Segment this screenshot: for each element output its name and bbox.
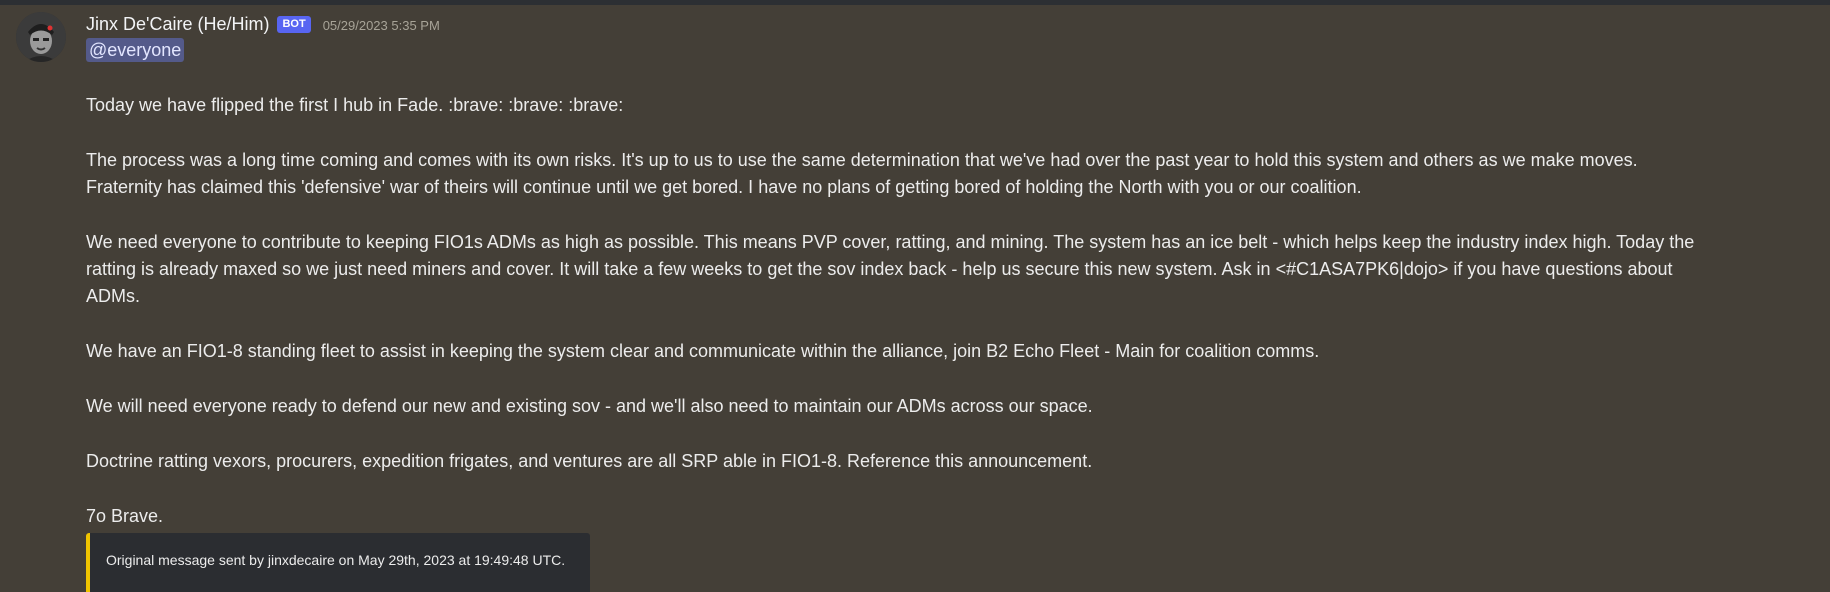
paragraph-line: We will need everyone ready to defend ou… (86, 396, 1093, 416)
paragraph-line: We have an FIO1-8 standing fleet to assi… (86, 341, 1320, 361)
avatar[interactable] (16, 12, 66, 62)
paragraph-1: Today we have flipped the first I hub in… (86, 92, 1816, 119)
paragraph-6: Doctrine ratting vexors, procurers, expe… (86, 448, 1816, 475)
paragraph-3: We need everyone to contribute to keepin… (86, 229, 1816, 310)
paragraph-line: Doctrine ratting vexors, procurers, expe… (86, 451, 1093, 471)
message-embed: Original message sent by jinxdecaire on … (86, 533, 590, 592)
paragraph-7: 7o Brave. (86, 503, 1816, 530)
avatar-image (16, 12, 66, 62)
everyone-mention[interactable]: @everyone (86, 38, 185, 62)
bot-badge: BOT (277, 15, 311, 33)
paragraph-line: 7o Brave. (86, 506, 164, 526)
message-content: @everyone Today we have flipped the firs… (86, 36, 1816, 530)
chat-message: Jinx De'Caire (He/Him) BOT 05/29/2023 5:… (0, 5, 1830, 592)
paragraph-line: Fraternity has claimed this 'defensive' … (86, 177, 1362, 197)
author-name[interactable]: Jinx De'Caire (He/Him) (86, 14, 269, 35)
paragraph-line: We need everyone to contribute to keepin… (86, 232, 1695, 252)
paragraph-line: ratting is already maxed so we just need… (86, 259, 1673, 279)
paragraph-2: The process was a long time coming and c… (86, 147, 1816, 201)
paragraph-line: ADMs. (86, 286, 140, 306)
embed-description: Original message sent by jinxdecaire on … (106, 552, 566, 568)
message-header: Jinx De'Caire (He/Him) BOT 05/29/2023 5:… (86, 11, 440, 37)
paragraph-line: Today we have flipped the first I hub in… (86, 95, 624, 115)
paragraph-5: We will need everyone ready to defend ou… (86, 393, 1816, 420)
paragraph-4: We have an FIO1-8 standing fleet to assi… (86, 338, 1816, 365)
paragraph-line: The process was a long time coming and c… (86, 150, 1638, 170)
message-timestamp[interactable]: 05/29/2023 5:35 PM (323, 16, 440, 33)
